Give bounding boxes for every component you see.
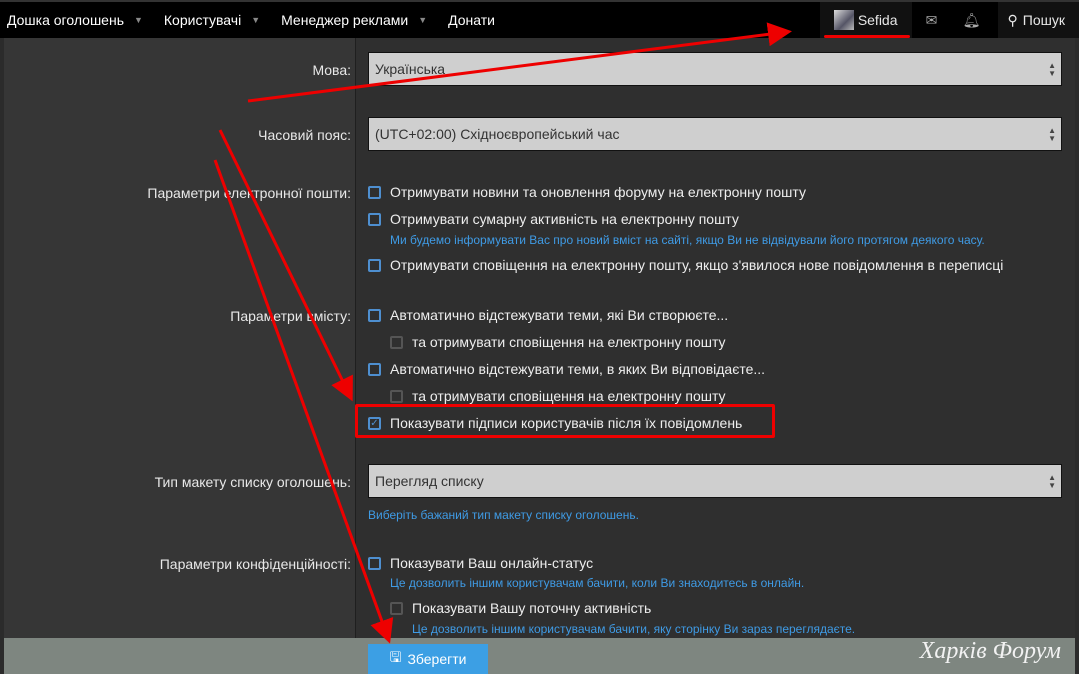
- checkbox-icon: [368, 362, 381, 376]
- checkbox-icon: [368, 258, 381, 272]
- nav-label: Менеджер реклами: [281, 12, 409, 28]
- caret-down-icon: ▼: [418, 15, 428, 25]
- email-summary-checkbox[interactable]: Отримувати сумарну активність на електро…: [368, 211, 739, 227]
- nav-label: Донати: [448, 12, 495, 28]
- envelope-icon[interactable]: ✉: [912, 2, 952, 38]
- watch-replied-email-checkbox[interactable]: та отримувати сповіщення на електронну п…: [390, 388, 726, 404]
- language-select[interactable]: Українська ▲ ▼: [368, 52, 1062, 86]
- timezone-label: Часовий пояс:: [258, 127, 351, 143]
- layout-label: Тип макету списку оголошень:: [154, 474, 351, 490]
- select-arrows-icon: ▲ ▼: [1048, 126, 1056, 143]
- checkbox-label: та отримувати сповіщення на електронну п…: [412, 388, 726, 404]
- search-label: Пошук: [1022, 12, 1065, 28]
- checkbox-icon: [368, 185, 381, 199]
- language-label: Мова:: [312, 62, 351, 78]
- checkbox-label: Показувати Ваш онлайн-статус: [390, 555, 594, 571]
- top-nav: Дошка оголошень ▼ Користувачі ▼ Менеджер р…: [0, 0, 1079, 38]
- checkbox-label: Показувати Вашу поточну активність: [412, 600, 652, 616]
- email-news-checkbox[interactable]: Отримувати новини та оновлення форуму на…: [368, 184, 806, 200]
- search-icon: ⚲: [1007, 11, 1018, 28]
- search-button[interactable]: ⚲ Пошук: [997, 2, 1079, 38]
- select-arrows-icon: ▲ ▼: [1048, 61, 1056, 78]
- save-button[interactable]: 🖫 Зберегти: [368, 644, 488, 674]
- checkbox-label: Автоматично відстежувати теми, які Ви ст…: [390, 307, 729, 323]
- save-label: Зберегти: [407, 651, 467, 667]
- timezone-value: (UTC+02:00) Східноєвропейський час: [375, 126, 620, 142]
- preferences-form: Мова: Українська ▲ ▼ Часовий пояс: (UTC+02…: [4, 38, 1075, 638]
- layout-select[interactable]: Перегляд списку ▲ ▼: [368, 464, 1062, 498]
- watch-created-email-checkbox[interactable]: та отримувати сповіщення на електронну п…: [390, 334, 726, 350]
- avatar: [833, 10, 854, 30]
- content-label: Параметри вмісту:: [230, 308, 351, 324]
- caret-down-icon: ▼: [251, 15, 261, 25]
- watch-created-checkbox[interactable]: Автоматично відстежувати теми, які Ви ст…: [368, 307, 728, 323]
- checkbox-icon: [390, 389, 403, 403]
- language-value: Українська: [375, 61, 446, 77]
- hint-text: Це дозволить іншим користувачам бачити, …: [412, 622, 856, 636]
- nav-label: Дошка оголошень: [7, 12, 124, 28]
- form-footer: 🖫 Зберегти Харків Форум: [4, 638, 1075, 674]
- layout-value: Перегляд списку: [375, 473, 484, 489]
- caret-down-icon: ▼: [133, 15, 143, 25]
- current-activity-checkbox[interactable]: Показувати Вашу поточну активність: [390, 600, 651, 616]
- bell-icon[interactable]: 🔔︎: [952, 2, 992, 38]
- checkbox-icon: [368, 308, 381, 322]
- watch-replied-checkbox[interactable]: Автоматично відстежувати теми, в яких Ви…: [368, 361, 765, 377]
- hint-text: Ми будемо інформувати Вас про новий вміс…: [390, 233, 985, 247]
- highlight-box: [355, 404, 775, 438]
- checkbox-label: Автоматично відстежувати теми, в яких Ви…: [390, 361, 766, 377]
- nav-label: Користувачі: [163, 12, 242, 28]
- checkbox-icon: [390, 601, 403, 615]
- checkbox-label: та отримувати сповіщення на електронну п…: [412, 334, 726, 350]
- timezone-select[interactable]: (UTC+02:00) Східноєвропейський час ▲ ▼: [368, 117, 1062, 151]
- hint-text: Виберіть бажаний тип макету списку оголо…: [368, 508, 639, 522]
- checkbox-icon: [368, 212, 381, 226]
- nav-donate[interactable]: Донати: [441, 2, 509, 38]
- privacy-label: Параметри конфіденційності:: [159, 556, 351, 572]
- nav-users[interactable]: Користувачі ▼: [157, 2, 274, 38]
- checkbox-label: Отримувати сповіщення на електронну пошт…: [390, 257, 1004, 273]
- user-menu[interactable]: Sefida: [819, 2, 912, 38]
- checkbox-label: Отримувати сумарну активність на електро…: [390, 211, 739, 227]
- email-conversation-checkbox[interactable]: Отримувати сповіщення на електронну пошт…: [368, 257, 1003, 273]
- username: Sefida: [857, 12, 898, 28]
- nav-board[interactable]: Дошка оголошень ▼: [0, 2, 157, 38]
- checkbox-icon: [368, 556, 381, 570]
- watermark: Харків Форум: [919, 638, 1061, 664]
- online-status-checkbox[interactable]: Показувати Ваш онлайн-статус: [368, 555, 593, 571]
- checkbox-icon: [390, 335, 403, 349]
- checkbox-label: Отримувати новини та оновлення форуму на…: [390, 184, 806, 200]
- hint-text: Це дозволить іншим користувачам бачити, …: [390, 576, 805, 590]
- email-label: Параметри електронної пошти:: [147, 185, 351, 201]
- select-arrows-icon: ▲ ▼: [1048, 473, 1056, 490]
- nav-ads-manager[interactable]: Менеджер реклами ▼: [274, 2, 441, 38]
- floppy-icon: 🖫: [389, 649, 402, 665]
